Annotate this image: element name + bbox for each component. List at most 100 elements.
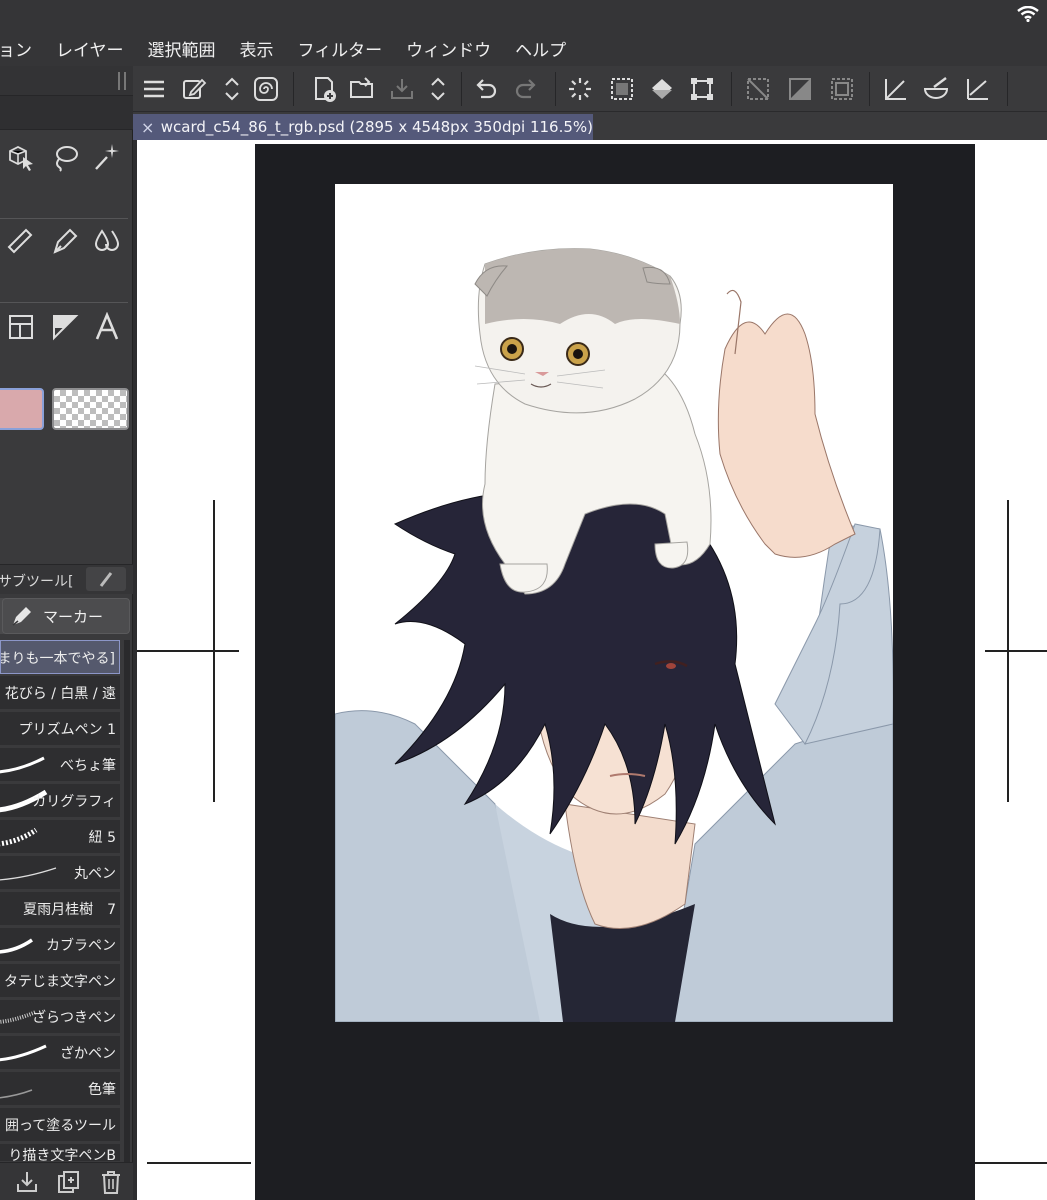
menu-bar: ョン レイヤー 選択範囲 表示 フィルター ウィンドウ ヘルプ	[0, 30, 1047, 66]
up-down-arrows-icon	[225, 77, 239, 101]
sub-color-swatch[interactable]	[52, 388, 129, 430]
brush-stroke-preview	[0, 1089, 33, 1099]
water-drop-icon	[94, 229, 120, 251]
brush-list-footer	[0, 1162, 133, 1200]
text-icon	[95, 312, 119, 340]
list-item[interactable]: 花びら / 白黒 / 遠	[0, 676, 120, 710]
brush-name: ざかペン	[60, 1046, 116, 1062]
menu-view[interactable]: 表示	[228, 36, 286, 61]
wifi-icon	[1017, 6, 1039, 22]
brush-name: 紐 5	[88, 830, 116, 846]
menu-help[interactable]: ヘルプ	[503, 36, 578, 61]
menu-button[interactable]	[139, 74, 169, 104]
subtool-settings-button[interactable]	[86, 567, 126, 591]
magic-wand-icon	[95, 144, 119, 170]
menu-layer[interactable]: レイヤー	[44, 36, 136, 61]
list-item[interactable]: 紐 5	[0, 820, 120, 854]
menu-window[interactable]: ウィンドウ	[394, 36, 503, 61]
brush-name: 夏雨月桂樹 7	[23, 902, 116, 918]
object-select-tool[interactable]	[4, 140, 38, 174]
blend-tool[interactable]	[90, 224, 124, 258]
new-file-button[interactable]	[309, 74, 339, 104]
select-all-button[interactable]	[607, 74, 637, 104]
stepper-button[interactable]	[217, 74, 247, 104]
deselect-button[interactable]	[743, 74, 773, 104]
selection-border-button[interactable]	[827, 74, 857, 104]
list-item[interactable]: り描き文字ペンB	[0, 1144, 120, 1162]
list-item[interactable]: 色筆	[0, 1072, 120, 1106]
tool-panel-strip	[0, 96, 133, 130]
tab-document[interactable]: × wcard_c54_86_t_rgb.psd (2895 x 4548px …	[133, 114, 593, 140]
loading-button[interactable]	[565, 74, 595, 104]
brush-stroke-preview	[0, 867, 57, 881]
frame-tool[interactable]	[4, 310, 38, 344]
object-select-icon	[9, 145, 33, 171]
artboard[interactable]	[255, 144, 975, 1200]
illustration[interactable]	[335, 184, 893, 1022]
marker-icon	[12, 607, 31, 626]
import-icon[interactable]	[14, 1169, 40, 1195]
brush-settings-icon	[99, 572, 113, 587]
list-item[interactable]: まりも一本でやる]	[0, 640, 120, 674]
crop-mark	[137, 650, 239, 652]
snap-icon	[967, 79, 988, 100]
list-item[interactable]: ざかペン	[0, 1036, 120, 1070]
edit-button[interactable]	[179, 74, 209, 104]
brush-list-scrollbar[interactable]	[124, 640, 130, 1162]
ruler-tool[interactable]	[48, 310, 82, 344]
deselect-icon	[747, 78, 769, 100]
invert-selection-button[interactable]	[785, 74, 815, 104]
eraser-tool[interactable]	[4, 224, 38, 258]
crop-mark	[973, 1162, 1047, 1164]
list-item[interactable]: 丸ペン	[0, 856, 120, 890]
grip-handle[interactable]	[118, 72, 126, 90]
text-tool[interactable]	[90, 310, 124, 344]
main-color-swatch[interactable]	[0, 388, 44, 430]
fill-button[interactable]	[647, 74, 677, 104]
brush-name: 丸ペン	[74, 866, 116, 882]
list-item[interactable]: 夏雨月桂樹 7	[0, 892, 120, 926]
lasso-icon	[56, 146, 78, 172]
magic-wand-tool[interactable]	[90, 140, 124, 174]
frame-icon	[9, 315, 33, 339]
snap-button[interactable]	[963, 74, 993, 104]
list-item[interactable]: べちょ筆	[0, 748, 120, 782]
redo-icon	[515, 79, 536, 99]
menu-selection[interactable]: 選択範囲	[136, 36, 228, 61]
menu-animation[interactable]: ョン	[0, 36, 44, 61]
redo-button[interactable]	[511, 74, 541, 104]
subtool-header: サブツール[	[0, 564, 133, 594]
status-bar	[0, 0, 1047, 30]
list-item[interactable]: タテじま文字ペン	[0, 964, 120, 998]
canvas-area[interactable]	[133, 140, 1047, 1200]
pen-tool[interactable]	[48, 224, 82, 258]
list-item[interactable]: カリグラフィ	[0, 784, 120, 818]
close-icon[interactable]: ×	[141, 118, 155, 137]
tab-marker[interactable]: マーカー	[2, 598, 130, 634]
ruler-icon	[53, 315, 79, 341]
crop-mark	[985, 650, 1047, 652]
subtool-title: サブツール[	[0, 574, 74, 590]
duplicate-icon[interactable]	[56, 1169, 82, 1195]
brush-name: プリズムペン 1	[18, 722, 116, 738]
quick-access-button[interactable]	[251, 74, 281, 104]
crop-mark	[147, 1162, 251, 1164]
list-item[interactable]: カブラペン	[0, 928, 120, 962]
save-stepper-button[interactable]	[423, 74, 453, 104]
brush-stroke-preview	[0, 1044, 47, 1062]
bowl-button[interactable]	[921, 74, 951, 104]
bowl-icon	[923, 77, 949, 99]
list-item[interactable]: 囲って塗るツール	[0, 1108, 120, 1142]
save-button[interactable]	[387, 74, 417, 104]
trash-icon[interactable]	[98, 1169, 124, 1195]
up-down-arrows-icon	[431, 77, 445, 101]
transform-button[interactable]	[687, 74, 717, 104]
ruler-tool-button[interactable]	[881, 74, 911, 104]
menu-filter[interactable]: フィルター	[286, 36, 395, 61]
lasso-tool[interactable]	[48, 140, 82, 174]
list-item[interactable]: プリズムペン 1	[0, 712, 120, 746]
open-button[interactable]	[347, 74, 377, 104]
new-file-icon	[315, 77, 336, 102]
undo-button[interactable]	[471, 74, 501, 104]
list-item[interactable]: ざらつきペン	[0, 1000, 120, 1034]
